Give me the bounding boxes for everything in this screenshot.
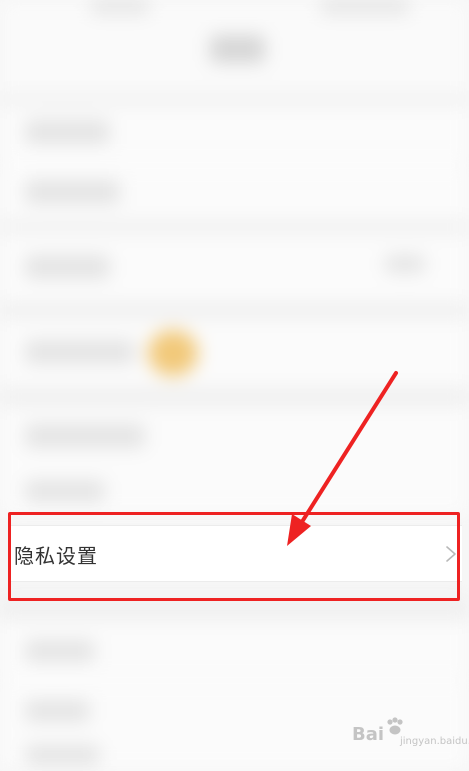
paw-icon	[387, 717, 403, 735]
blurred-background	[0, 0, 469, 771]
settings-screen: 隐私设置 Bai jingyan.baidu.com	[0, 0, 469, 771]
privacy-settings-row[interactable]: 隐私设置	[10, 525, 462, 582]
privacy-settings-label: 隐私设置	[14, 544, 98, 568]
chevron-right-icon	[446, 546, 456, 562]
watermark-sub: jingyan.baidu.com	[400, 736, 469, 747]
baidu-watermark: Bai jingyan.baidu.com	[352, 716, 469, 752]
watermark-brand: Bai	[352, 724, 385, 745]
